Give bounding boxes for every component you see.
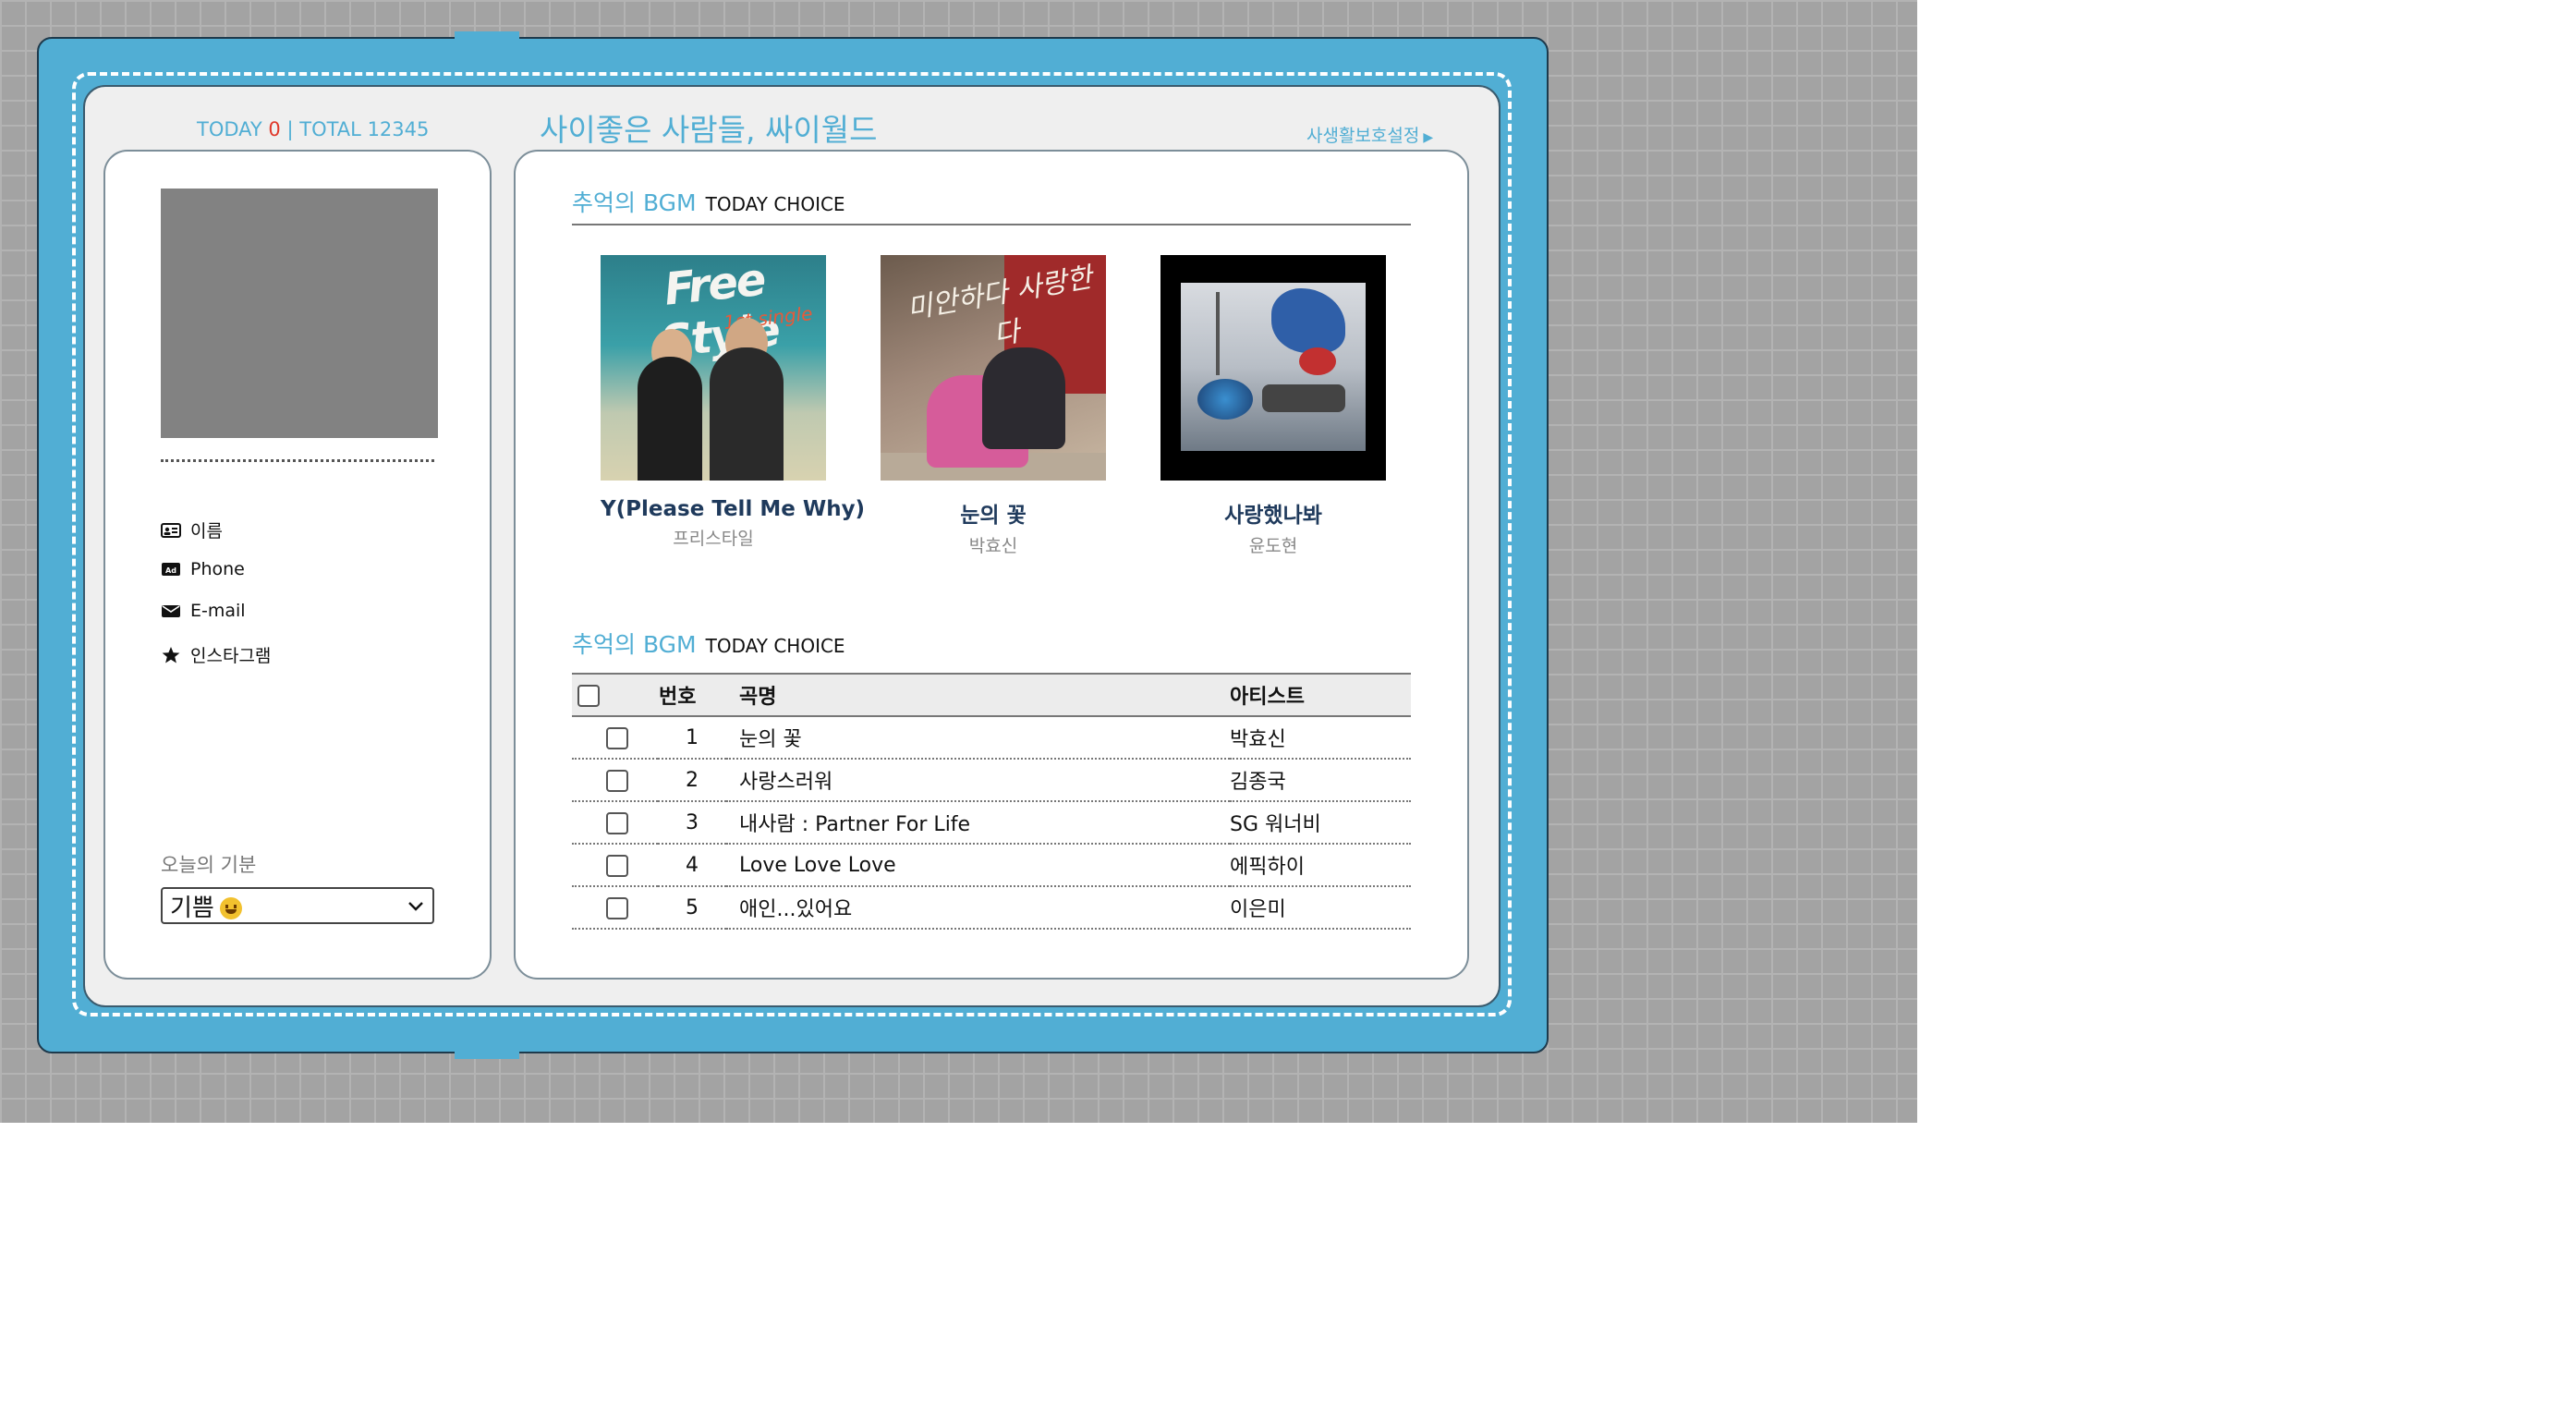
row-number: 1 [658, 716, 726, 760]
bgm-section-subtitle-1: TODAY CHOICE [705, 193, 845, 215]
album-artist-3: 윤도현 [1248, 536, 1298, 556]
caret-right-icon: ▶ [1423, 130, 1434, 145]
row-checkbox[interactable] [606, 811, 628, 834]
row-checkbox[interactable] [606, 726, 628, 749]
row-artist: SG 워너비 [1230, 801, 1411, 845]
row-checkbox[interactable] [606, 769, 628, 792]
mood-select[interactable]: 기쁨 [161, 887, 434, 924]
total-count: 12345 [367, 118, 430, 140]
album-cover-1[interactable]: Free Style 1st single [601, 255, 826, 481]
row-number: 4 [658, 844, 726, 887]
frame-top-notch [455, 31, 519, 46]
id-card-icon [161, 522, 181, 539]
row-song-title: 애인...있어요 [726, 886, 1230, 930]
row-number: 5 [658, 886, 726, 930]
frame-bottom-notch [455, 1044, 519, 1059]
envelope-icon [161, 603, 181, 619]
info-item-name-label: 이름 [190, 521, 223, 542]
column-header-artist: 아티스트 [1230, 673, 1411, 717]
info-item-email-label: E-mail [190, 601, 246, 621]
mood-label: 오늘의 기분 [161, 854, 257, 876]
profile-photo [161, 189, 438, 438]
smiling-face-icon [219, 897, 242, 919]
info-item-email[interactable]: E-mail [161, 601, 246, 621]
select-all-checkbox[interactable] [577, 684, 600, 707]
row-song-title: Love Love Love [726, 844, 1230, 887]
info-item-name[interactable]: 이름 [161, 517, 223, 542]
album-card-2[interactable]: 미안하다 사랑한다 눈의 꽃 박효신 [881, 255, 1106, 557]
bgm-playlist-table: 번호 곡명 아티스트 1 눈의 꽃 박효신 2 사랑스러워 김종국 3 내사람 … [572, 673, 1411, 930]
info-item-instagram[interactable]: 인스타그램 [161, 642, 271, 667]
profile-divider [161, 459, 434, 462]
row-number: 2 [658, 759, 726, 802]
info-item-phone-label: Phone [190, 559, 245, 579]
album-title-2[interactable]: 눈의 꽃 [881, 497, 1106, 529]
album-card-3[interactable]: 사랑했나봐 윤도현 [1160, 255, 1386, 557]
column-header-title: 곡명 [726, 673, 1230, 717]
mood-selected-value: 기쁨 [170, 889, 242, 923]
table-row[interactable]: 5 애인...있어요 이은미 [572, 886, 1411, 930]
today-count: 0 [268, 118, 281, 140]
info-item-phone[interactable]: Ad Phone [161, 559, 245, 579]
total-label: TOTAL [299, 118, 361, 140]
column-header-number: 번호 [658, 673, 726, 717]
svg-text:Ad: Ad [165, 566, 176, 575]
row-artist: 이은미 [1230, 886, 1411, 930]
bgm-section-title-1: 추억의 BGM TODAY CHOICE [572, 189, 845, 216]
row-number: 3 [658, 801, 726, 845]
table-row[interactable]: 2 사랑스러워 김종국 [572, 759, 1411, 802]
album-card-1[interactable]: Free Style 1st single Y(Please Tell Me W… [601, 255, 865, 550]
album-title-3[interactable]: 사랑했나봐 [1160, 497, 1386, 529]
site-title: 사이좋은 사람들, 싸이월드 [540, 112, 878, 148]
row-artist: 김종국 [1230, 759, 1411, 802]
today-label: TODAY [197, 118, 262, 140]
table-row[interactable]: 3 내사람 : Partner For Life SG 워너비 [572, 801, 1411, 845]
album-cover-2[interactable]: 미안하다 사랑한다 [881, 255, 1106, 481]
table-row[interactable]: 4 Love Love Love 에픽하이 [572, 844, 1411, 887]
album-cover-3[interactable] [1160, 255, 1386, 481]
table-row[interactable]: 1 눈의 꽃 박효신 [572, 716, 1411, 760]
album-artist-2: 박효신 [968, 536, 1018, 556]
info-item-instagram-label: 인스타그램 [190, 646, 272, 666]
visitor-counter: TODAY 0 | TOTAL 12345 [197, 118, 429, 140]
album-artist-1: 프리스타일 [673, 529, 754, 549]
row-artist: 에픽하이 [1230, 844, 1411, 887]
star-icon [161, 646, 181, 663]
bgm-section-subtitle-2: TODAY CHOICE [705, 635, 845, 657]
row-checkbox[interactable] [606, 896, 628, 919]
row-song-title: 눈의 꽃 [726, 716, 1230, 760]
counter-separator: | [286, 118, 294, 140]
album-title-1[interactable]: Y(Please Tell Me Why) [601, 497, 865, 521]
privacy-settings-label[interactable]: 사생활보호설정 [1306, 126, 1419, 146]
row-song-title: 내사람 : Partner For Life [726, 801, 1230, 845]
chevron-down-icon [407, 892, 425, 919]
row-song-title: 사랑스러워 [726, 759, 1230, 802]
bgm-section-rule-1 [572, 224, 1411, 225]
row-artist: 박효신 [1230, 716, 1411, 760]
privacy-settings-link[interactable]: 사생활보호설정 ▶ [1306, 122, 1433, 147]
bgm-section-title-2: 추억의 BGM TODAY CHOICE [572, 631, 845, 658]
table-header-row: 번호 곡명 아티스트 [572, 673, 1411, 717]
contact-card-icon: Ad [161, 561, 181, 578]
row-checkbox[interactable] [606, 854, 628, 877]
